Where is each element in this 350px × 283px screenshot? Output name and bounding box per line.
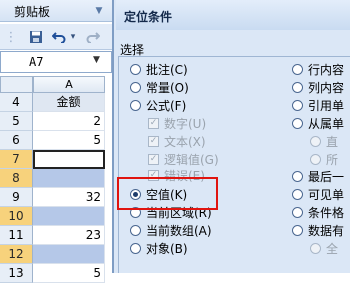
option-label: 逻辑值(G) [164,152,219,167]
row-header[interactable]: 9 [0,188,33,207]
option-text: ✓ 文本(X) [148,132,206,150]
undo-icon[interactable] [50,28,68,46]
cell-header-amount[interactable]: 金额 [33,93,105,112]
radio-icon[interactable] [130,224,141,236]
cell[interactable]: 32 [33,188,105,207]
name-box-value: A7 [29,55,44,69]
row-header[interactable]: 13 [0,264,33,283]
radio-disabled-icon [310,153,321,165]
radio-icon[interactable] [130,99,141,111]
option-direct-only: 直 [310,132,338,150]
highlight-box [117,177,218,210]
option-objects[interactable]: 对象(B) [130,239,188,257]
active-cell[interactable] [33,150,105,169]
option-data-validation[interactable]: 数据有 [292,221,344,239]
clipboard-label: 剪贴板 [14,5,51,19]
option-numbers: ✓ 数字(U) [148,114,206,132]
option-validation-all: 全 [310,239,338,257]
radio-icon[interactable] [130,81,141,93]
option-label: 最后一 [308,169,345,184]
radio-icon[interactable] [292,206,303,218]
row-header[interactable]: 4 [0,93,33,112]
option-label: 行内容 [308,62,345,77]
checkbox-icon: ✓ [148,135,159,147]
option-label: 数据有 [308,223,345,238]
radio-icon[interactable] [130,63,141,75]
quick-access-toolbar: ⋮ ▾ [0,24,112,50]
option-label: 批注(C) [146,62,188,77]
column-header-a[interactable]: A [33,76,105,93]
row-header[interactable]: 5 [0,112,33,131]
clipboard-dropdown-icon[interactable]: ▼ [86,0,112,22]
row-header[interactable]: 8 [0,169,33,188]
selected-cell[interactable] [33,245,105,264]
cell[interactable]: 5 [33,264,105,283]
option-label: 文本(X) [164,134,206,149]
option-all-levels: 所 [310,150,338,168]
row-header[interactable]: 10 [0,207,33,226]
option-label: 数字(U) [164,116,207,131]
undo-dropdown-icon[interactable]: ▾ [68,28,78,46]
option-label: 常量(O) [146,80,189,95]
cell[interactable]: 5 [33,131,105,150]
select-all-corner[interactable] [0,76,33,93]
selected-cell[interactable] [33,207,105,226]
option-row-differences[interactable]: 行内容 [292,60,344,78]
selected-cell[interactable] [33,169,105,188]
option-label: 对象(B) [146,241,188,256]
name-box[interactable]: A7 ▼ [0,51,112,73]
option-last-cell[interactable]: 最后一 [292,167,344,185]
cell[interactable]: 2 [33,112,105,131]
dialog-title: 定位条件 [124,10,173,24]
radio-icon[interactable] [292,63,303,75]
option-label: 公式(F) [146,98,187,113]
radio-icon[interactable] [292,99,303,111]
option-conditional-formats[interactable]: 条件格 [292,203,344,221]
radio-icon[interactable] [292,117,303,129]
checkbox-icon: ✓ [148,117,159,129]
radio-icon[interactable] [130,242,141,254]
radio-icon[interactable] [292,81,303,93]
option-visible-cells[interactable]: 可见单 [292,185,344,203]
radio-icon[interactable] [292,224,303,236]
option-label: 全 [326,241,339,256]
option-constants[interactable]: 常量(O) [130,78,189,96]
select-group-label: 选择 [120,43,145,57]
checkbox-icon: ✓ [148,153,159,165]
row-header[interactable]: 11 [0,226,33,245]
redo-icon[interactable] [84,28,102,46]
option-label: 条件格 [308,205,345,220]
radio-disabled-icon [310,242,321,254]
option-label: 所 [326,152,339,167]
option-comments[interactable]: 批注(C) [130,60,188,78]
toolbar-grip-icon: ⋮ [4,29,18,45]
option-column-differences[interactable]: 列内容 [292,78,344,96]
radio-disabled-icon [310,135,321,147]
option-label: 引用单 [308,98,345,113]
option-label: 从属单 [308,116,345,131]
clipboard-bar: 剪贴板 ▼ [0,0,112,22]
row-header[interactable]: 12 [0,245,33,264]
row-header[interactable]: 7 [0,150,33,169]
option-precedents[interactable]: 引用单 [292,96,344,114]
option-label: 列内容 [308,80,345,95]
save-icon[interactable] [27,28,45,46]
option-label: 当前数组(A) [146,223,212,238]
option-label: 可见单 [308,187,345,202]
name-box-dropdown-icon[interactable]: ▼ [93,55,100,65]
option-formulas[interactable]: 公式(F) [130,96,186,114]
cell[interactable]: 23 [33,226,105,245]
option-label: 直 [326,134,339,149]
row-header[interactable]: 6 [0,131,33,150]
radio-icon[interactable] [292,170,303,182]
radio-icon[interactable] [292,188,303,200]
option-current-array[interactable]: 当前数组(A) [130,221,212,239]
option-dependents[interactable]: 从属单 [292,114,344,132]
